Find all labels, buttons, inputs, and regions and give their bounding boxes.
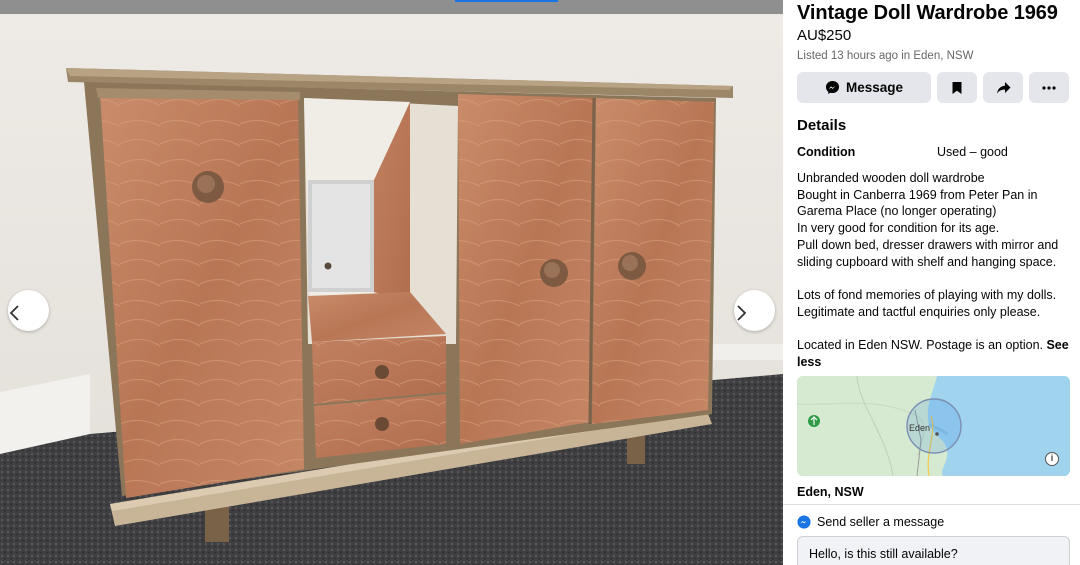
description-gap [797, 320, 1069, 337]
send-message-row: Send seller a message [797, 515, 1080, 529]
location-map[interactable]: Eden i [797, 376, 1070, 477]
description-line: sliding cupboard with shelf and hanging … [797, 254, 1057, 269]
listing-price: AU$250 [797, 27, 852, 44]
condition-value: Used – good [937, 145, 1008, 159]
listing-photo [0, 0, 783, 565]
description-line: Pull down bed, dresser drawers with mirr… [797, 237, 1059, 252]
chevron-left-icon [9, 305, 19, 321]
save-listing-button[interactable] [937, 72, 977, 103]
listing-meta: Listed 13 hours ago in Eden, NSW [797, 50, 974, 62]
description-line: In very good for condition for its age. [797, 221, 1000, 236]
description-line: Unbranded wooden doll wardrobe [797, 171, 985, 185]
description-line: Garema Place (no longer operating) [797, 204, 997, 219]
condition-label: Condition [797, 145, 856, 159]
more-icon [1042, 85, 1056, 90]
send-seller-message-label: Send seller a message [817, 515, 945, 530]
messenger-icon [797, 515, 811, 529]
listing-actions: Message [797, 72, 1080, 103]
description-line: Legitimate and tactful enquiries only pl… [797, 304, 1041, 319]
description-last-line: Located in Eden NSW. Postage is an optio… [797, 337, 1069, 354]
photo-top-strip [0, 0, 783, 14]
see-less-link-continued[interactable]: less [797, 354, 1069, 371]
seller-message-input[interactable]: Hello, is this still available? [797, 536, 1070, 565]
listing-location: Eden, NSW [797, 485, 864, 500]
more-options-button[interactable] [1029, 72, 1069, 103]
previous-photo-button[interactable] [8, 290, 49, 331]
description-line: Bought in Canberra 1969 from Peter Pan i… [797, 187, 1038, 202]
map-graphic [797, 376, 1070, 477]
chevron-right-icon [737, 305, 747, 321]
description-line: Located in Eden NSW. Postage is an optio… [797, 338, 1047, 352]
condition-row: Condition Used – good [797, 145, 1080, 160]
message-button-label: Message [845, 80, 904, 95]
message-button[interactable]: Message [797, 72, 931, 103]
listing-details-panel: Vintage Doll Wardrobe 1969 AU$250 Listed… [783, 0, 1080, 565]
map-place-label: Eden [909, 423, 931, 434]
next-photo-button[interactable] [734, 290, 775, 331]
bookmark-icon [952, 81, 962, 94]
description-gap [797, 270, 1069, 287]
share-listing-button[interactable] [983, 72, 1023, 103]
listing-title: Vintage Doll Wardrobe 1969 [797, 2, 1058, 24]
listing-description: Unbranded wooden doll wardrobe Bought in… [797, 170, 1069, 370]
description-line: Lots of fond memories of playing with my… [797, 287, 1057, 302]
photo-position-indicator [455, 0, 558, 2]
wardrobe-photo-image [0, 14, 783, 565]
section-divider [783, 504, 1080, 506]
messenger-icon [825, 80, 840, 94]
share-icon [996, 81, 1010, 94]
details-heading: Details [797, 117, 847, 134]
see-less-link[interactable]: See [1046, 338, 1068, 352]
